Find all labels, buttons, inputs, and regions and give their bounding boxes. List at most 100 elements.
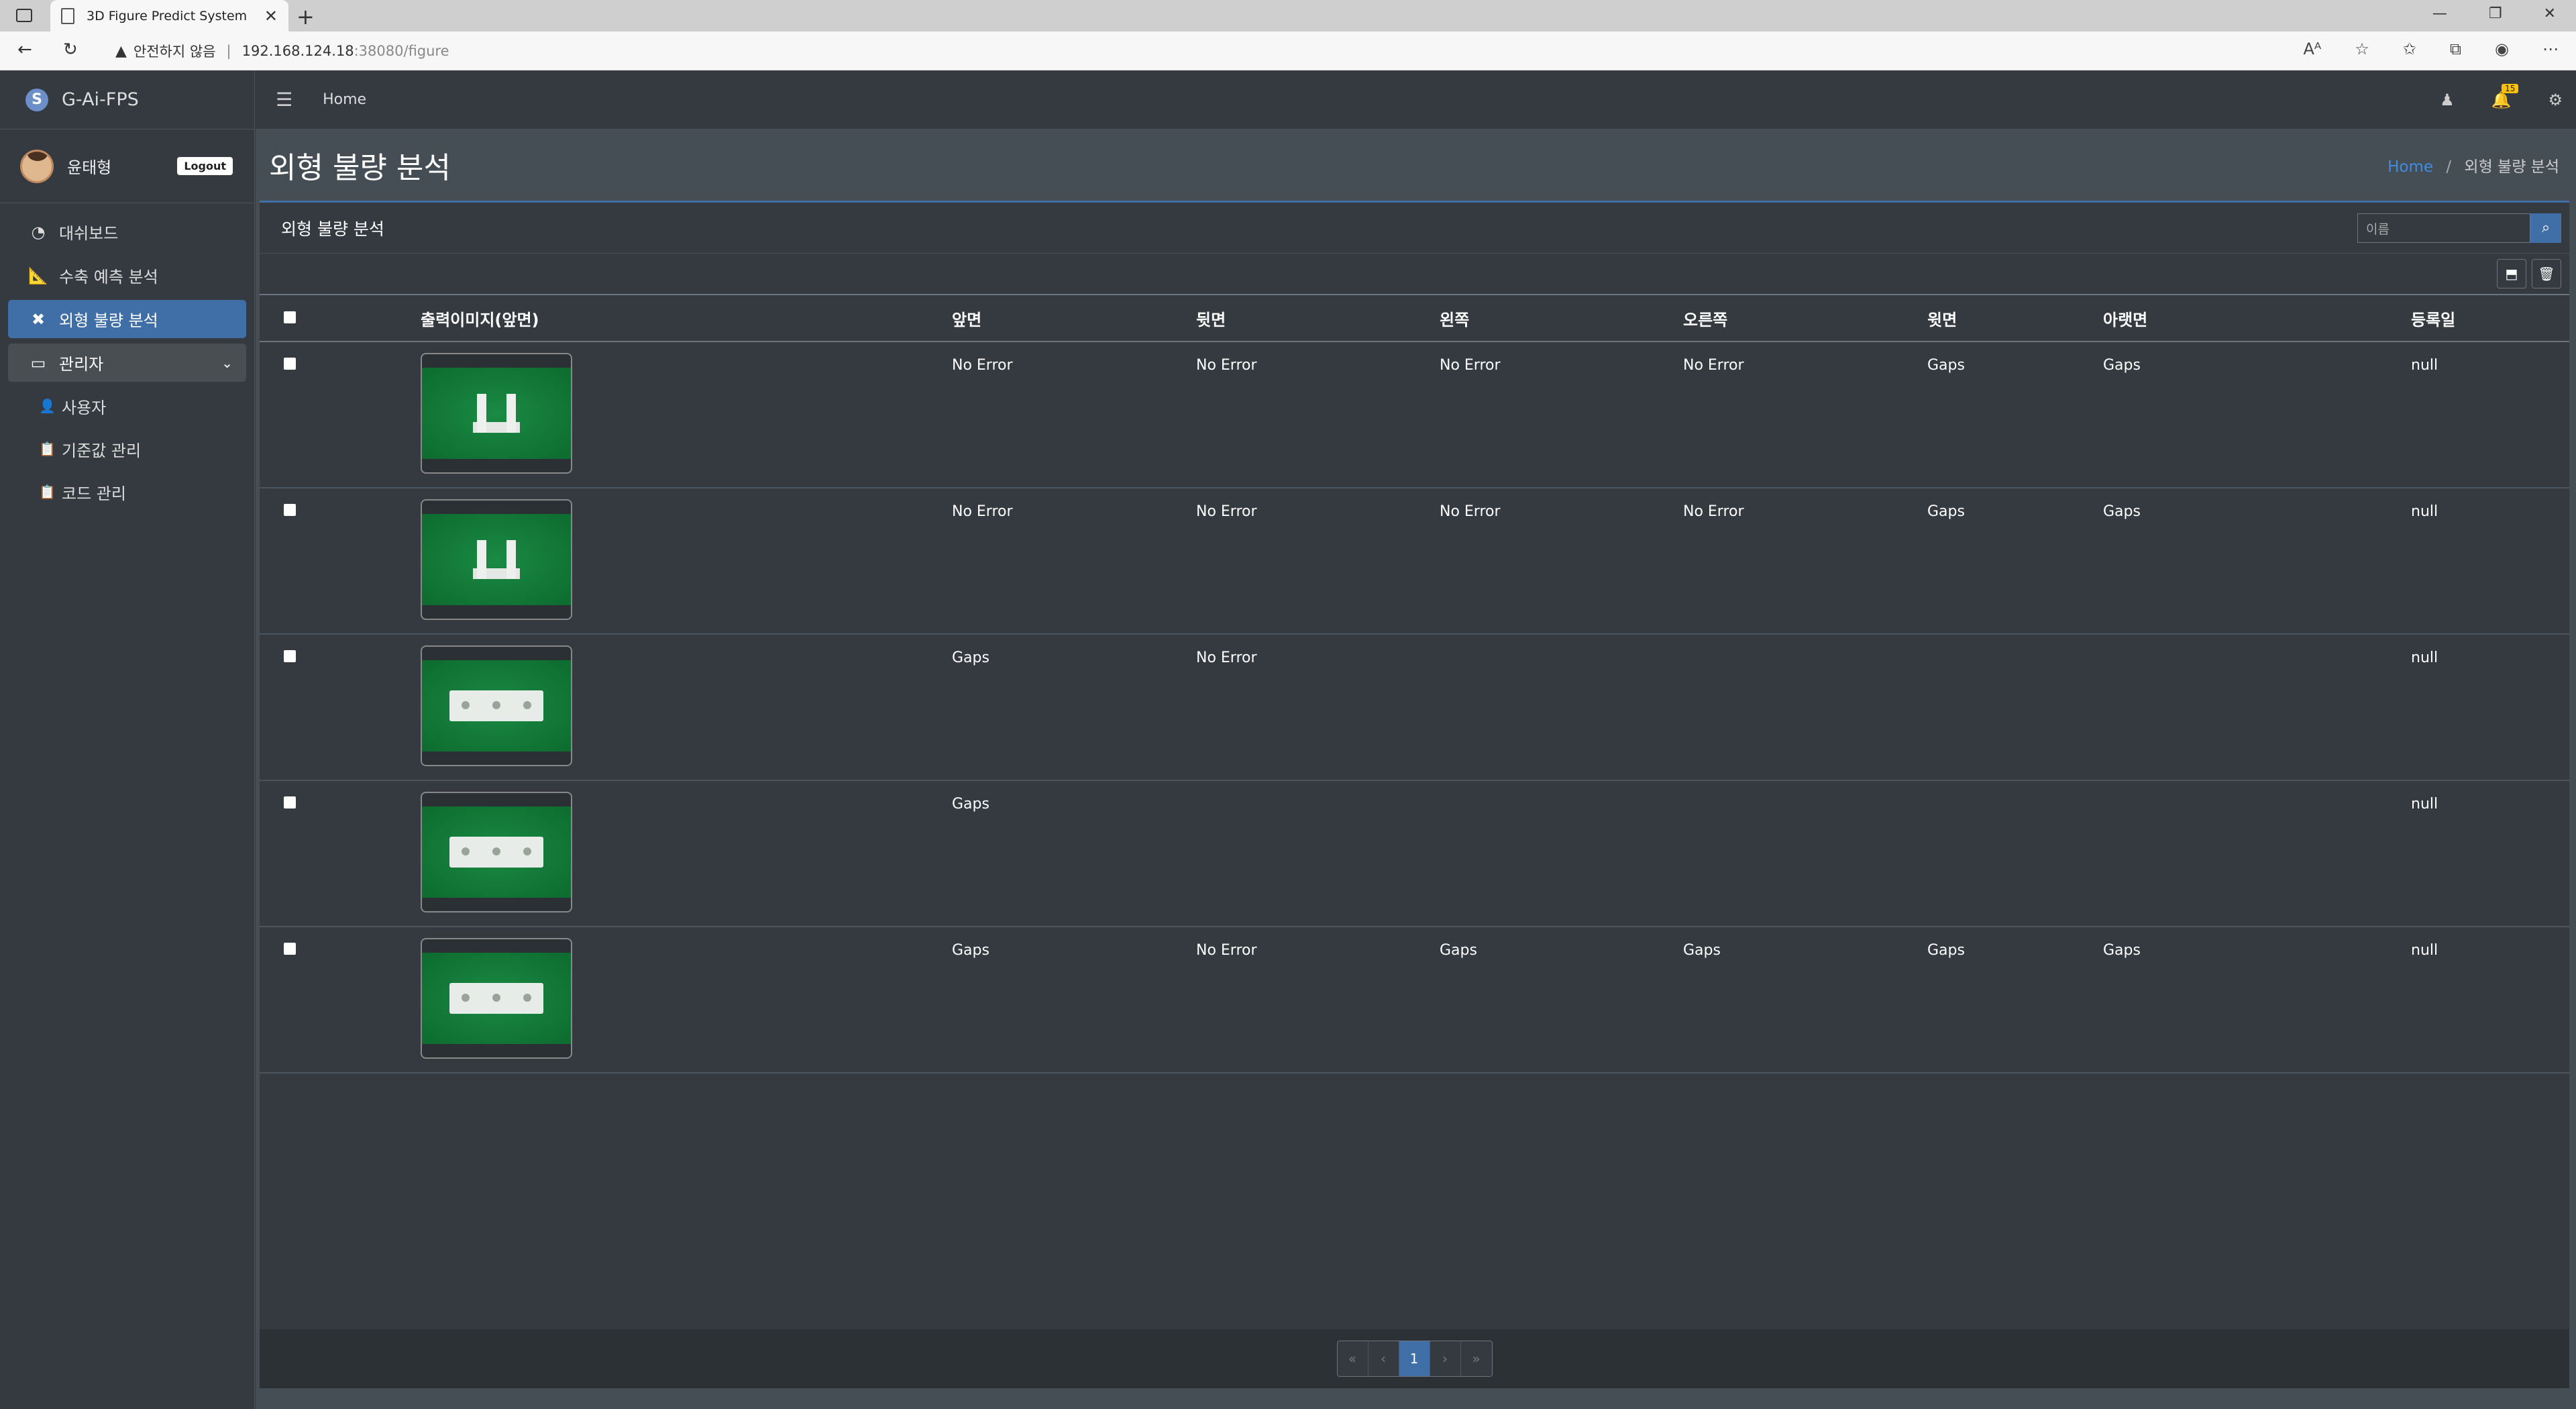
sidebar-item-shape-defect[interactable]: ✖ 외형 불량 분석 (8, 300, 246, 338)
delete-button[interactable]: 🗑 (2532, 259, 2561, 289)
output-image-thumbnail[interactable] (421, 645, 572, 766)
user-name[interactable]: 윤태형 (67, 154, 111, 178)
cell-top (1927, 634, 2103, 781)
page-first-button[interactable]: « (1337, 1341, 1368, 1376)
clipboard-check-icon: 📋 (39, 484, 56, 500)
table-row[interactable]: No Error No Error No Error No Error Gaps Gaps… (260, 488, 2569, 635)
url-field[interactable]: ▲ 안전하지 않음 | 192.168.124.18 :38080/figure (115, 41, 449, 61)
url-host: 192.168.124.18 (241, 43, 354, 59)
favorites-icon[interactable]: ✩ (2403, 40, 2416, 58)
menu-toggle-icon[interactable]: ☰ (276, 89, 292, 111)
bell-icon[interactable]: 🔔 (2491, 91, 2512, 109)
address-bar: ← ↻ ▲ 안전하지 않음 | 192.168.124.18 :38080/fi… (0, 32, 2576, 70)
tools-icon: ✖ (31, 309, 46, 329)
column-header[interactable]: 아랫면 (2103, 294, 2411, 342)
breadcrumb-home[interactable]: Home (2387, 158, 2433, 176)
close-tab-icon[interactable]: ✕ (264, 7, 278, 25)
cell-back: No Error (1196, 342, 1440, 488)
page-header: 외형 불량 분석 Home / 외형 불량 분석 (256, 129, 2576, 201)
gear-icon[interactable]: ⚙ (2548, 91, 2563, 109)
new-tab-icon[interactable]: + (297, 4, 315, 30)
read-aloud-icon[interactable]: Aᴬ (2304, 40, 2322, 58)
column-header[interactable]: 등록일 (2411, 294, 2569, 342)
collections-icon[interactable]: ⧉ (2450, 40, 2461, 58)
sidebar-item-users[interactable]: 👤 사용자 (8, 387, 246, 425)
table-header: 출력이미지(앞면) 앞면 뒷면 왼쪽 오른쪽 윗면 아랫면 등록일 (260, 294, 2569, 342)
file-export-icon: ⬒ (2505, 266, 2518, 282)
column-header[interactable]: 앞면 (952, 294, 1196, 342)
row-checkbox[interactable] (284, 650, 296, 662)
page-last-button[interactable]: » (1460, 1341, 1492, 1376)
table-row[interactable]: Gaps null (260, 780, 2569, 927)
sidebar-item-label: 기준값 관리 (62, 441, 142, 460)
output-image-thumbnail[interactable] (421, 938, 572, 1059)
row-checkbox[interactable] (284, 796, 296, 808)
sidebar-item-thresholds[interactable]: 📋 기준값 관리 (8, 430, 246, 468)
column-header[interactable]: 오른쪽 (1683, 294, 1927, 342)
search-button[interactable]: ⌕ (2530, 213, 2561, 243)
search-icon: ⌕ (2541, 219, 2551, 236)
sidebar-item-label: 관리자 (59, 355, 104, 374)
sidebar-menu: ◔ 대쉬보드 📐 수축 예측 분석 ✖ 외형 불량 분석 ▭ 관리자 ⌄ 👤 사… (0, 203, 254, 525)
page-icon (61, 7, 74, 24)
cell-front: Gaps (952, 634, 1196, 781)
logout-button[interactable]: Logout (177, 157, 233, 175)
add-favorite-icon[interactable]: ☆ (2355, 40, 2369, 58)
cell-date: null (2411, 634, 2569, 781)
table-row[interactable]: No Error No Error No Error No Error Gaps Gaps… (260, 342, 2569, 488)
output-image-thumbnail[interactable] (421, 792, 572, 912)
user-secret-icon[interactable]: ♟ (2440, 91, 2455, 109)
page-prev-button[interactable]: ‹ (1368, 1341, 1399, 1376)
table-row[interactable]: Gaps No Error null (260, 634, 2569, 781)
export-button[interactable]: ⬒ (2497, 259, 2526, 289)
tab-actions-icon[interactable] (16, 9, 32, 22)
sidebar-item-dashboard[interactable]: ◔ 대쉬보드 (8, 213, 246, 251)
user-panel: 윤태형 Logout (0, 129, 254, 203)
column-header[interactable]: 왼쪽 (1440, 294, 1683, 342)
cell-right (1683, 780, 1927, 927)
cell-left: No Error (1440, 488, 1683, 635)
tab-title: 3D Figure Predict System (87, 8, 248, 23)
back-icon[interactable]: ← (17, 40, 32, 60)
sidebar-item-codes[interactable]: 📋 코드 관리 (8, 473, 246, 511)
close-window-icon[interactable]: ✕ (2544, 5, 2556, 22)
nav-home-link[interactable]: Home (323, 91, 366, 108)
select-all-checkbox[interactable] (284, 311, 296, 323)
refresh-icon[interactable]: ↻ (63, 40, 78, 60)
sidebar-item-shrink-predict[interactable]: 📐 수축 예측 분석 (8, 256, 246, 295)
output-image (422, 368, 571, 459)
part-shape-block (449, 837, 543, 868)
defect-table: 출력이미지(앞면) 앞면 뒷면 왼쪽 오른쪽 윗면 아랫면 등록일 No Err… (260, 294, 2569, 1074)
minimize-icon[interactable]: — (2432, 5, 2447, 22)
profile-icon[interactable]: ◉ (2495, 40, 2509, 58)
thumbnail-cell (421, 927, 952, 1074)
table-row[interactable]: Gaps No Error Gaps Gaps Gaps Gaps null (260, 927, 2569, 1074)
table-body: No Error No Error No Error No Error Gaps Gaps… (260, 342, 2569, 1074)
row-checkbox[interactable] (284, 943, 296, 955)
page-title: 외형 불량 분석 (269, 151, 451, 185)
browser-tab[interactable]: 3D Figure Predict System ✕ (50, 0, 288, 32)
page-next-button[interactable]: › (1430, 1341, 1461, 1376)
column-header[interactable]: 뒷면 (1196, 294, 1440, 342)
brand[interactable]: S G-Ai-FPS (0, 70, 254, 129)
row-checkbox[interactable] (284, 358, 296, 370)
restore-icon[interactable]: ❐ (2489, 5, 2502, 22)
page-current-button[interactable]: 1 (1399, 1341, 1430, 1376)
navbar-right: ♟ 🔔 15 ⚙ (2440, 83, 2563, 109)
column-header[interactable]: 윗면 (1927, 294, 2103, 342)
more-icon[interactable]: ⋯ (2542, 40, 2559, 58)
column-header[interactable]: 출력이미지(앞면) (421, 294, 952, 342)
cell-back: No Error (1196, 488, 1440, 635)
search-input[interactable]: 이름 (2357, 213, 2530, 243)
cell-date: null (2411, 927, 2569, 1074)
output-image-thumbnail[interactable] (421, 499, 572, 620)
output-image-thumbnail[interactable] (421, 353, 572, 474)
sidebar-item-admin[interactable]: ▭ 관리자 ⌄ (8, 344, 246, 382)
row-select-cell (260, 927, 421, 1074)
clipboard-icon: 📋 (39, 441, 56, 457)
cell-right: No Error (1683, 488, 1927, 635)
sidebar-item-label: 대쉬보드 (59, 224, 119, 243)
sidebar: S G-Ai-FPS 윤태형 Logout ◔ 대쉬보드 📐 수축 예측 분석 … (0, 70, 255, 1409)
sidebar-item-label: 코드 관리 (62, 484, 126, 503)
row-checkbox[interactable] (284, 504, 296, 516)
